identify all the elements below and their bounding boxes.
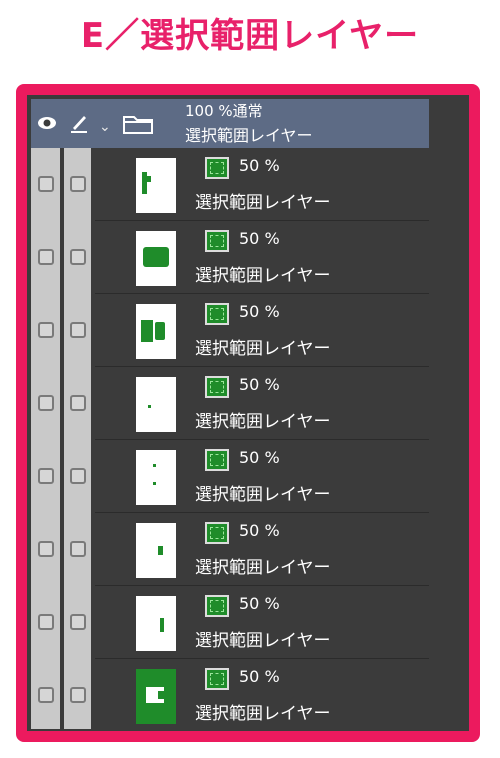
layer-name: 選択範囲レイヤー	[195, 266, 331, 286]
layer-thumbnail	[136, 231, 176, 286]
layer-thumbnail	[136, 596, 176, 651]
layer-name: 選択範囲レイヤー	[195, 558, 331, 578]
folder-name: 選択範囲レイヤー	[185, 126, 313, 145]
layer-row[interactable]: 50 % 選択範囲レイヤー	[95, 513, 429, 586]
visibility-checkbox[interactable]	[38, 541, 54, 557]
layer-opacity: 50 %	[239, 521, 280, 540]
layer-opacity: 50 %	[239, 448, 280, 467]
layer-opacity: 50 %	[239, 156, 280, 175]
layer-thumbnail	[136, 304, 176, 359]
pen-icon[interactable]	[69, 113, 89, 137]
layer-opacity: 50 %	[239, 375, 280, 394]
selection-layer-icon	[205, 303, 229, 325]
selection-layer-icon	[205, 522, 229, 544]
layer-name: 選択範囲レイヤー	[195, 193, 331, 213]
visibility-column	[31, 99, 60, 729]
lock-checkbox[interactable]	[70, 614, 86, 630]
layer-row[interactable]: 50 % 選択範囲レイヤー	[95, 367, 429, 440]
layer-name: 選択範囲レイヤー	[195, 704, 331, 724]
visibility-checkbox[interactable]	[38, 614, 54, 630]
lock-checkbox[interactable]	[70, 541, 86, 557]
layer-panel-frame: ⌄ 100 %通常 選択範囲レイヤー 50 % 選択範囲レイヤー 50 % 選択…	[16, 84, 480, 742]
eye-icon[interactable]	[37, 115, 57, 134]
lock-checkbox[interactable]	[70, 468, 86, 484]
chevron-down-icon[interactable]: ⌄	[99, 119, 111, 135]
visibility-checkbox[interactable]	[38, 322, 54, 338]
layer-opacity: 50 %	[239, 594, 280, 613]
folder-layer-row[interactable]: ⌄ 100 %通常 選択範囲レイヤー	[31, 99, 429, 148]
layer-name: 選択範囲レイヤー	[195, 631, 331, 651]
layer-row[interactable]: 50 % 選択範囲レイヤー	[95, 294, 429, 367]
lock-checkbox[interactable]	[70, 176, 86, 192]
layer-thumbnail	[136, 158, 176, 213]
selection-layer-icon	[205, 157, 229, 179]
layer-thumbnail	[136, 669, 176, 724]
lock-column	[64, 99, 91, 729]
visibility-checkbox[interactable]	[38, 687, 54, 703]
layer-opacity: 50 %	[239, 302, 280, 321]
selection-layer-icon	[205, 376, 229, 398]
visibility-checkbox[interactable]	[38, 395, 54, 411]
scrollbar[interactable]	[433, 99, 465, 729]
lock-checkbox[interactable]	[70, 395, 86, 411]
page-heading: E／選択範囲レイヤー	[80, 16, 420, 56]
layer-row[interactable]: 50 % 選択範囲レイヤー	[95, 440, 429, 513]
visibility-checkbox[interactable]	[38, 176, 54, 192]
layer-name: 選択範囲レイヤー	[195, 412, 331, 432]
layer-name: 選択範囲レイヤー	[195, 339, 331, 359]
selection-layer-icon	[205, 449, 229, 471]
selection-layer-icon	[205, 595, 229, 617]
layer-row[interactable]: 50 % 選択範囲レイヤー	[95, 148, 429, 221]
layer-panel: ⌄ 100 %通常 選択範囲レイヤー 50 % 選択範囲レイヤー 50 % 選択…	[31, 99, 465, 729]
folder-icon	[123, 114, 153, 138]
layer-row[interactable]: 50 % 選択範囲レイヤー	[95, 221, 429, 294]
layer-name: 選択範囲レイヤー	[195, 485, 331, 505]
layer-opacity: 50 %	[239, 229, 280, 248]
visibility-checkbox[interactable]	[38, 249, 54, 265]
layer-thumbnail	[136, 377, 176, 432]
layer-opacity: 50 %	[239, 667, 280, 686]
lock-checkbox[interactable]	[70, 687, 86, 703]
layer-thumbnail	[136, 450, 176, 505]
lock-checkbox[interactable]	[70, 249, 86, 265]
selection-layer-icon	[205, 230, 229, 252]
layer-row[interactable]: 50 % 選択範囲レイヤー	[95, 586, 429, 659]
layer-row[interactable]: 50 % 選択範囲レイヤー	[95, 659, 429, 729]
layer-thumbnail	[136, 523, 176, 578]
lock-checkbox[interactable]	[70, 322, 86, 338]
selection-layer-icon	[205, 668, 229, 690]
visibility-checkbox[interactable]	[38, 468, 54, 484]
folder-opacity-mode: 100 %通常	[185, 102, 263, 120]
